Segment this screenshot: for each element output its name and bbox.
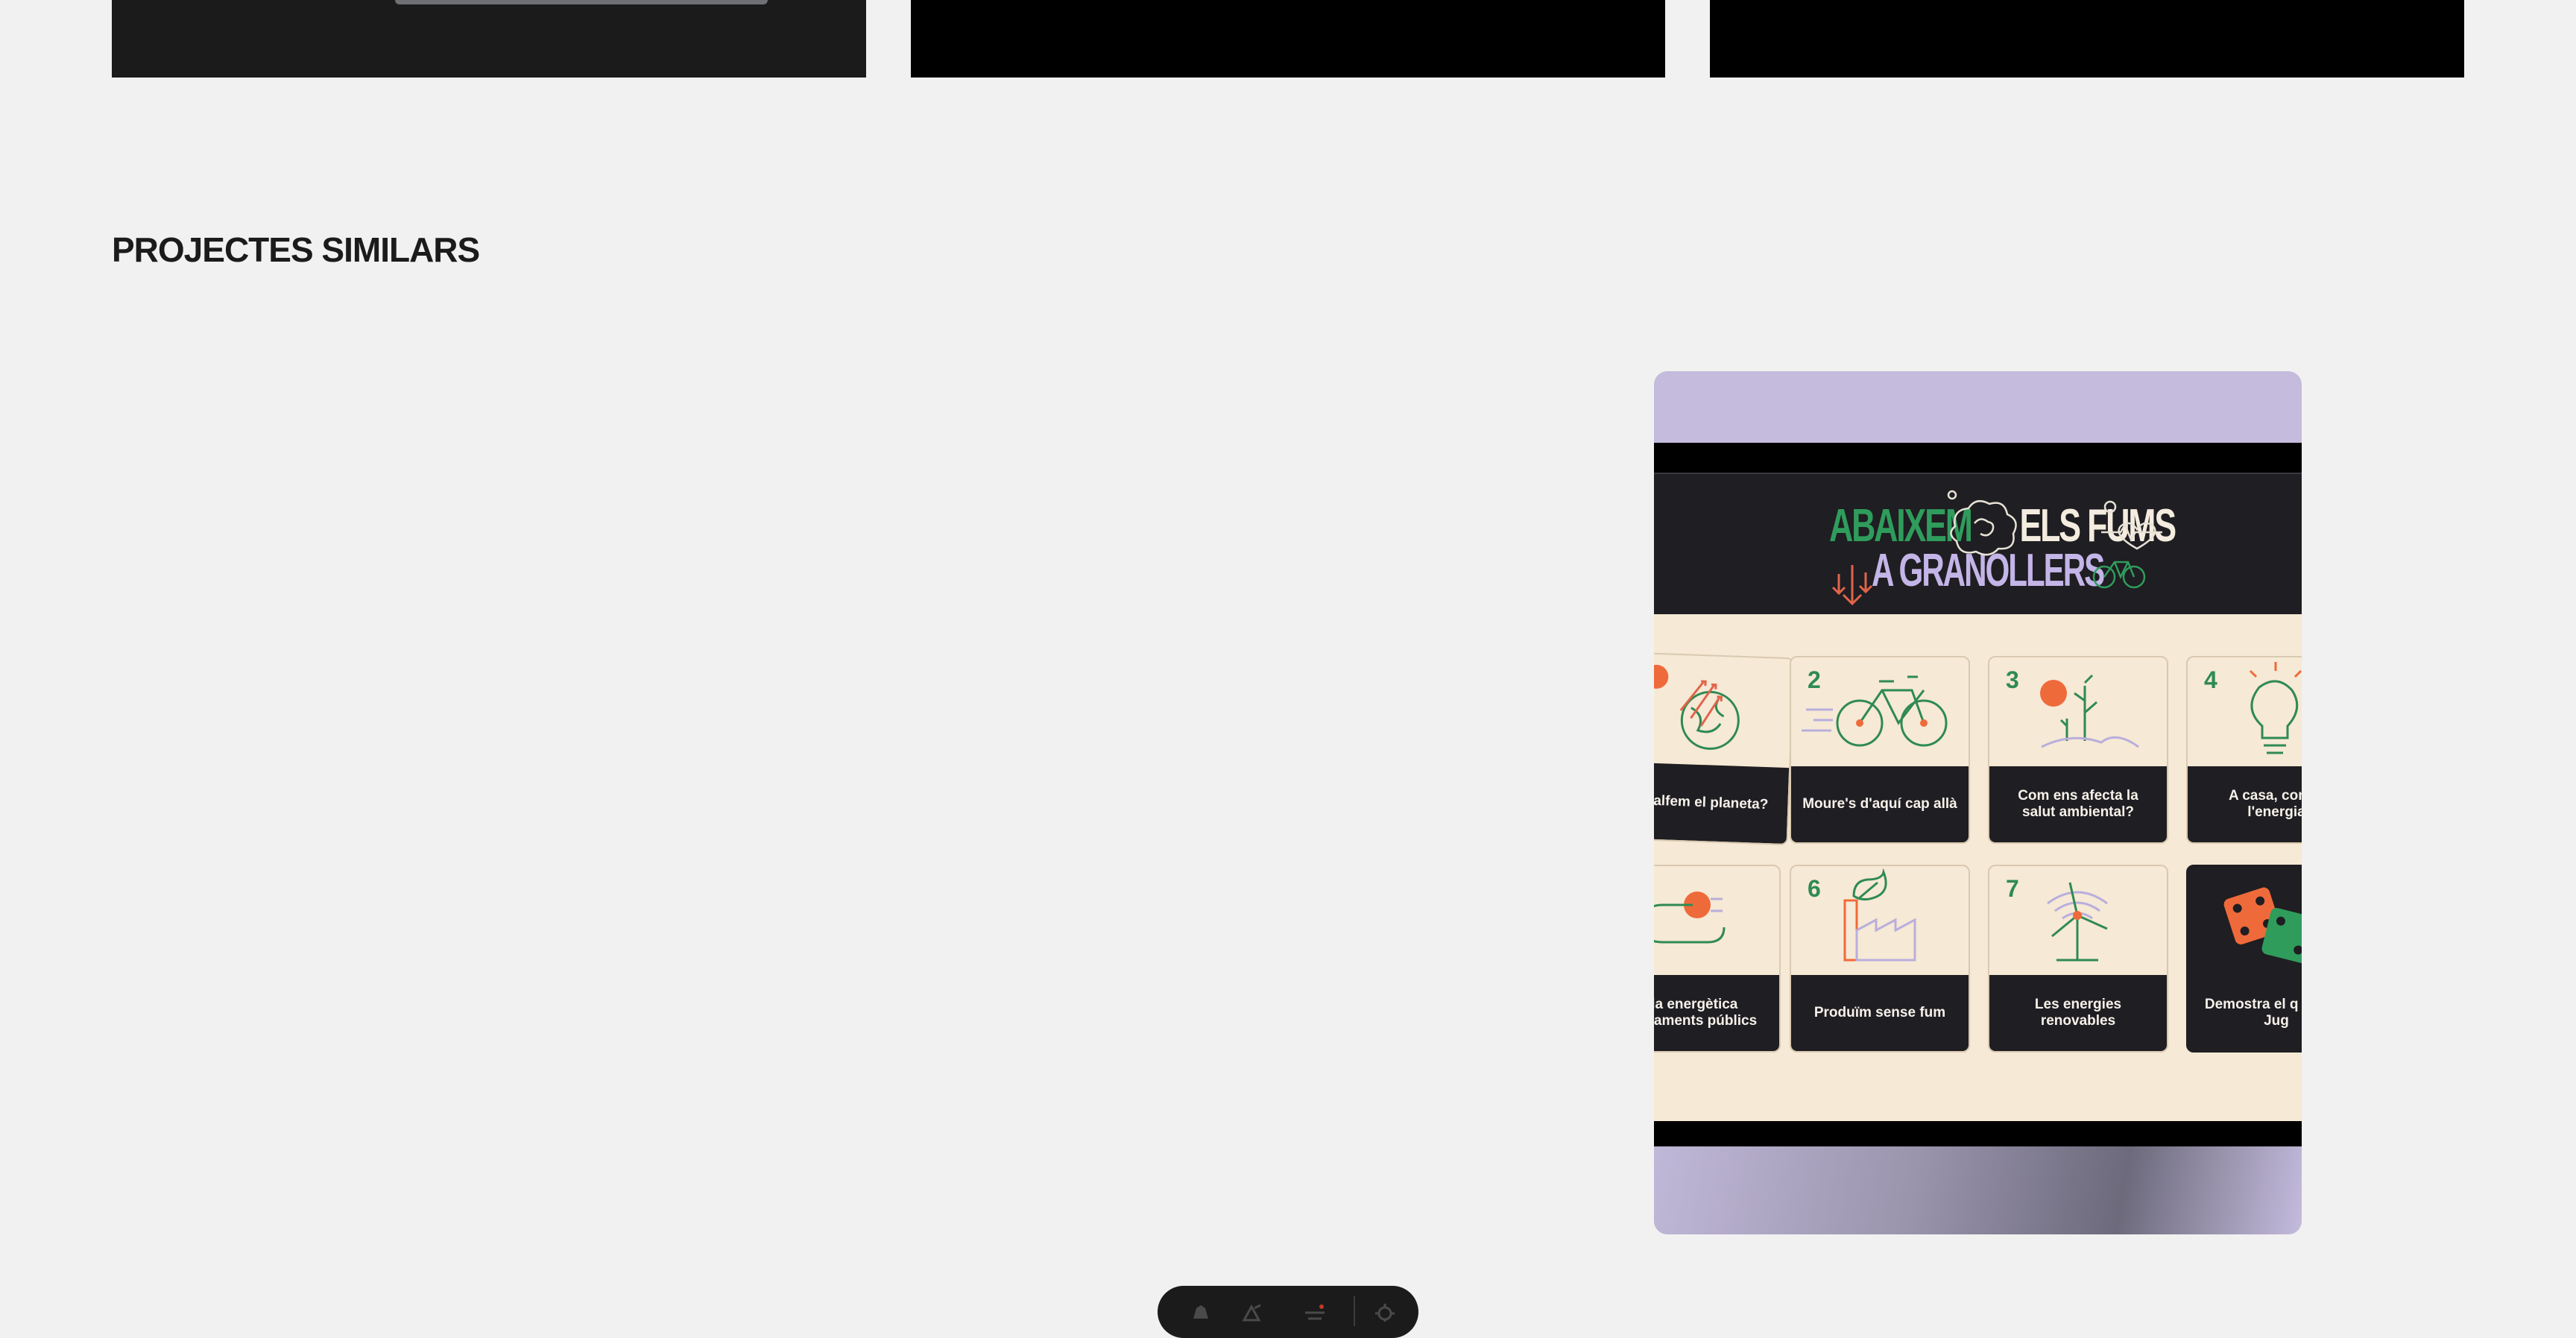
- theme-card-3[interactable]: 3 Com ens afecta la salut ambiental?: [1988, 656, 2168, 844]
- dice-icon: [2223, 887, 2302, 964]
- theme-label: cia energètica quipaments públics: [1654, 975, 1779, 1051]
- theme-card-2[interactable]: 2 Moure's d'aquí cap allà: [1790, 656, 1970, 844]
- plug-icon: [1654, 892, 1726, 944]
- theme-label: Produïm sense fum: [1791, 975, 1969, 1051]
- theme-card-8[interactable]: Demostra el q après i Jug: [2186, 865, 2302, 1053]
- section-title: PROJECTES SIMILARS: [112, 230, 480, 269]
- theme-card-5[interactable]: cia energètica quipaments públics: [1654, 865, 1781, 1053]
- theme-label: Demostra el q après i Jug: [2188, 975, 2302, 1051]
- themes-grid: escalfem el planeta? 2 Moure's d'aquí ca…: [1654, 614, 2302, 1121]
- sliders-icon[interactable]: [1304, 1302, 1326, 1322]
- down-arrows-icon: [1831, 565, 1873, 606]
- theme-card-1[interactable]: escalfem el planeta?: [1654, 651, 1795, 846]
- theme-card-6[interactable]: 6 Produïm sense fum: [1790, 865, 1970, 1053]
- card-bottom-shade: [1654, 1146, 2302, 1234]
- logo-illustrations: [1831, 490, 2162, 606]
- plant-sun-icon: [2040, 674, 2139, 748]
- bicycle-icon: [1802, 675, 1948, 747]
- project-preview-image: ABAIXEM ELS FUMS A GRANOLLERS escalfem e…: [1654, 443, 2302, 1146]
- pen-icon[interactable]: [1189, 1302, 1211, 1322]
- earth-heat-icon: [1654, 664, 1740, 750]
- thumbnail-highlight: [395, 0, 768, 4]
- theme-card-7[interactable]: 7 Les energies renovables: [1988, 865, 2168, 1053]
- heart-pulse-icon: [2101, 522, 2162, 550]
- similar-project-card[interactable]: ABAIXEM ELS FUMS A GRANOLLERS escalfem e…: [1654, 371, 2302, 1234]
- settings-icon[interactable]: [1374, 1302, 1396, 1322]
- preview-header: ABAIXEM ELS FUMS A GRANOLLERS: [1654, 473, 2302, 614]
- theme-label: Com ens afecta la salut ambiental?: [1989, 766, 2167, 842]
- media-thumbnail-2[interactable]: [911, 0, 1665, 78]
- preview-footer-bar: [1654, 1121, 2302, 1146]
- theme-label: Les energies renovables: [1989, 975, 2167, 1051]
- bike-icon: [2092, 561, 2146, 589]
- smoke-cloud-icon: [1947, 490, 2117, 556]
- theme-label: A casa, compt l'energia: [2188, 766, 2302, 842]
- theme-card-4[interactable]: 4 A casa, compt l'energia: [2186, 656, 2302, 844]
- wind-turbine-icon: [2047, 882, 2108, 962]
- lightbulb-icon: [2249, 662, 2302, 754]
- shapes-icon[interactable]: [1241, 1302, 1263, 1322]
- theme-label: Moure's d'aquí cap allà: [1791, 766, 1969, 842]
- media-thumbnail-1[interactable]: [112, 0, 866, 78]
- toolbar-divider: [1354, 1296, 1355, 1326]
- media-thumbnail-3[interactable]: [1710, 0, 2464, 78]
- floating-toolbar: [1158, 1286, 1418, 1338]
- theme-label: escalfem el planeta?: [1654, 761, 1790, 845]
- project-logo: ABAIXEM ELS FUMS A GRANOLLERS: [1654, 474, 2302, 614]
- factory-leaf-icon: [1843, 868, 1916, 962]
